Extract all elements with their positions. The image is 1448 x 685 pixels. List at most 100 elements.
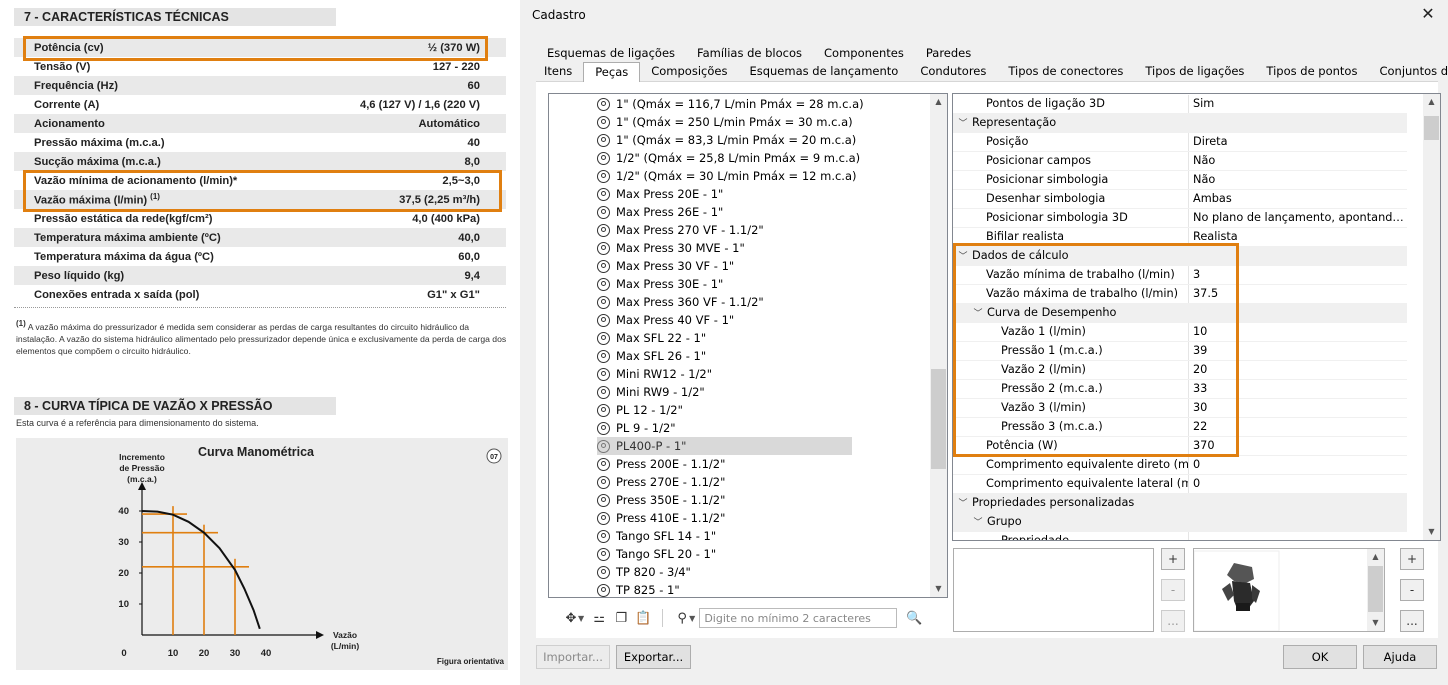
property-value[interactable]: 3 xyxy=(1189,266,1407,284)
property-value[interactable]: Não xyxy=(1189,171,1407,189)
tab-itens[interactable]: Itens xyxy=(536,62,583,80)
property-value[interactable]: No plano de lançamento, apontando para..… xyxy=(1189,209,1407,227)
property-row[interactable]: Pressão 2 (m.c.a.) 33 xyxy=(953,380,1407,399)
tree-item[interactable]: Max Press 40 VF - 1" xyxy=(597,311,734,329)
tab-esquemas-de-ligacoes[interactable]: Esquemas de ligações xyxy=(536,44,686,62)
props-scroll-thumb[interactable] xyxy=(1424,116,1439,140)
property-row[interactable]: Posição Direta xyxy=(953,133,1407,152)
tree-item[interactable]: Max Press 20E - 1" xyxy=(597,185,723,203)
property-row[interactable]: Vazão mínima de trabalho (l/min) 3 xyxy=(953,266,1407,285)
tree-item[interactable]: Max Press 26E - 1" xyxy=(597,203,723,221)
property-value[interactable]: 30 xyxy=(1189,399,1407,417)
property-row[interactable]: Bifilar realista Realista xyxy=(953,228,1407,247)
tree-item[interactable]: 1/2" (Qmáx = 30 L/min Pmáx = 12 m.c.a) xyxy=(597,167,857,185)
tab-tipos-de-ligacoes[interactable]: Tipos de ligações xyxy=(1134,62,1255,80)
tab-tipos-de-conectores[interactable]: Tipos de conectores xyxy=(997,62,1134,80)
property-value[interactable]: 37.5 xyxy=(1189,285,1407,303)
property-value[interactable] xyxy=(1189,532,1407,540)
chevron-down-icon[interactable]: ﹀ xyxy=(957,248,969,265)
property-category[interactable]: ﹀ Propriedades personalizadas xyxy=(953,494,1407,513)
property-row[interactable]: Posicionar simbologia 3D No plano de lanç… xyxy=(953,209,1407,228)
tree-item[interactable]: Max SFL 26 - 1" xyxy=(597,347,706,365)
property-row[interactable]: Vazão 1 (l/min) 10 xyxy=(953,323,1407,342)
paste-icon[interactable]: 📋 xyxy=(632,607,654,629)
tree-scrollbar[interactable]: ▲ ▼ xyxy=(930,94,947,597)
property-row[interactable]: Desenhar simbologia Ambas xyxy=(953,190,1407,209)
remove-tree-icon[interactable]: ⚍ xyxy=(588,607,610,629)
tab-componentes[interactable]: Componentes xyxy=(813,44,915,62)
tree-item[interactable]: Press 410E - 1.1/2" xyxy=(597,509,725,527)
property-row[interactable]: Propriedade xyxy=(953,532,1407,540)
copy-icon[interactable]: ❐ xyxy=(610,607,632,629)
property-value[interactable]: 39 xyxy=(1189,342,1407,360)
property-row[interactable]: Vazão 2 (l/min) 20 xyxy=(953,361,1407,380)
scroll-down-icon[interactable]: ▼ xyxy=(1367,615,1384,631)
tab-conjuntos-de-pontos[interactable]: Conjuntos de pontos xyxy=(1368,62,1448,80)
add-symbol-button[interactable]: + xyxy=(1161,548,1185,570)
tree-item[interactable]: 1" (Qmáx = 250 L/min Pmáx = 30 m.c.a) xyxy=(597,113,853,131)
scroll-up-icon[interactable]: ▲ xyxy=(1423,94,1440,110)
property-grid[interactable]: Pontos de ligação 3D Sim ﹀ Representação Pos… xyxy=(952,93,1441,541)
tab-condutores[interactable]: Condutores xyxy=(909,62,997,80)
tree-item[interactable]: Press 200E - 1.1/2" xyxy=(597,455,725,473)
property-row[interactable]: Vazão máxima de trabalho (l/min) 37.5 xyxy=(953,285,1407,304)
more-model-button[interactable]: ... xyxy=(1400,610,1424,632)
tree-item[interactable]: PL400-P - 1" xyxy=(597,437,852,455)
chevron-down-icon[interactable]: ﹀ xyxy=(957,115,969,132)
property-category[interactable]: ﹀ Grupo xyxy=(953,513,1407,532)
preview-scroll-thumb[interactable] xyxy=(1368,566,1383,612)
tree-item[interactable]: PL 9 - 1/2" xyxy=(597,419,676,437)
property-value[interactable]: 20 xyxy=(1189,361,1407,379)
tree-item[interactable]: Mini RW12 - 1/2" xyxy=(597,365,712,383)
close-icon[interactable]: ✕ xyxy=(1418,4,1438,24)
property-row[interactable]: Comprimento equivalente direto (m) 0 xyxy=(953,456,1407,475)
tab-composicoes[interactable]: Composições xyxy=(640,62,738,80)
tree-scroll-thumb[interactable] xyxy=(931,369,946,469)
tree-item[interactable]: PL 12 - 1/2" xyxy=(597,401,683,419)
tab-pecas[interactable]: Peças xyxy=(583,62,641,82)
scroll-down-icon[interactable]: ▼ xyxy=(930,581,947,597)
property-row[interactable]: Posicionar campos Não xyxy=(953,152,1407,171)
property-value[interactable]: Direta xyxy=(1189,133,1407,151)
property-row[interactable]: Posicionar simbologia Não xyxy=(953,171,1407,190)
tab-tipos-de-pontos[interactable]: Tipos de pontos xyxy=(1255,62,1368,80)
chevron-down-icon[interactable]: ▼ xyxy=(689,614,695,623)
parts-tree[interactable]: 1" (Qmáx = 116,7 L/min Pmáx = 28 m.c.a) 1… xyxy=(548,93,948,598)
remove-symbol-button[interactable]: - xyxy=(1161,579,1185,601)
export-button[interactable]: Exportar... xyxy=(616,645,691,669)
property-category[interactable]: ﹀ Curva de Desempenho xyxy=(953,304,1407,323)
property-row[interactable]: Pressão 1 (m.c.a.) 39 xyxy=(953,342,1407,361)
property-value[interactable]: Ambas xyxy=(1189,190,1407,208)
search-icon[interactable]: 🔍 xyxy=(903,607,925,629)
tree-item[interactable]: Max Press 30 MVE - 1" xyxy=(597,239,745,257)
property-value[interactable]: Não xyxy=(1189,152,1407,170)
tree-item[interactable]: Max Press 270 VF - 1.1/2" xyxy=(597,221,764,239)
chevron-down-icon[interactable]: ﹀ xyxy=(957,495,969,512)
property-value[interactable]: 22 xyxy=(1189,418,1407,436)
tab-familias-de-blocos[interactable]: Famílias de blocos xyxy=(686,44,813,62)
tree-item[interactable]: Max Press 360 VF - 1.1/2" xyxy=(597,293,764,311)
property-row[interactable]: Pressão 3 (m.c.a.) 22 xyxy=(953,418,1407,437)
property-row[interactable]: Potência (W) 370 xyxy=(953,437,1407,456)
tree-item[interactable]: Press 350E - 1.1/2" xyxy=(597,491,725,509)
chevron-down-icon[interactable]: ﹀ xyxy=(972,514,984,531)
tree-item[interactable]: Mini RW9 - 1/2" xyxy=(597,383,705,401)
property-row[interactable]: Comprimento equivalente lateral (m) 0 xyxy=(953,475,1407,494)
tab-esquemas-de-lancamento[interactable]: Esquemas de lançamento xyxy=(738,62,909,80)
tree-item[interactable]: Max Press 30E - 1" xyxy=(597,275,723,293)
property-row[interactable]: Pontos de ligação 3D Sim xyxy=(953,95,1407,114)
tab-paredes[interactable]: Paredes xyxy=(915,44,982,62)
scroll-up-icon[interactable]: ▲ xyxy=(1367,549,1384,565)
tree-item[interactable]: TP 825 - 1" xyxy=(597,581,680,597)
property-category[interactable]: ﹀ Dados de cálculo xyxy=(953,247,1407,266)
tree-item[interactable]: TP 820 - 3/4" xyxy=(597,563,691,581)
property-value[interactable]: 10 xyxy=(1189,323,1407,341)
property-value[interactable]: 370 xyxy=(1189,437,1407,455)
tree-item[interactable]: 1" (Qmáx = 83,3 L/min Pmáx = 20 m.c.a) xyxy=(597,131,856,149)
ok-button[interactable]: OK xyxy=(1283,645,1357,669)
tree-item[interactable]: Press 270E - 1.1/2" xyxy=(597,473,725,491)
tree-item[interactable]: Max SFL 22 - 1" xyxy=(597,329,706,347)
tree-item[interactable]: 1/2" (Qmáx = 25,8 L/min Pmáx = 9 m.c.a) xyxy=(597,149,860,167)
props-scrollbar[interactable]: ▲ ▼ xyxy=(1423,94,1440,540)
import-button[interactable]: Importar... xyxy=(536,645,610,669)
